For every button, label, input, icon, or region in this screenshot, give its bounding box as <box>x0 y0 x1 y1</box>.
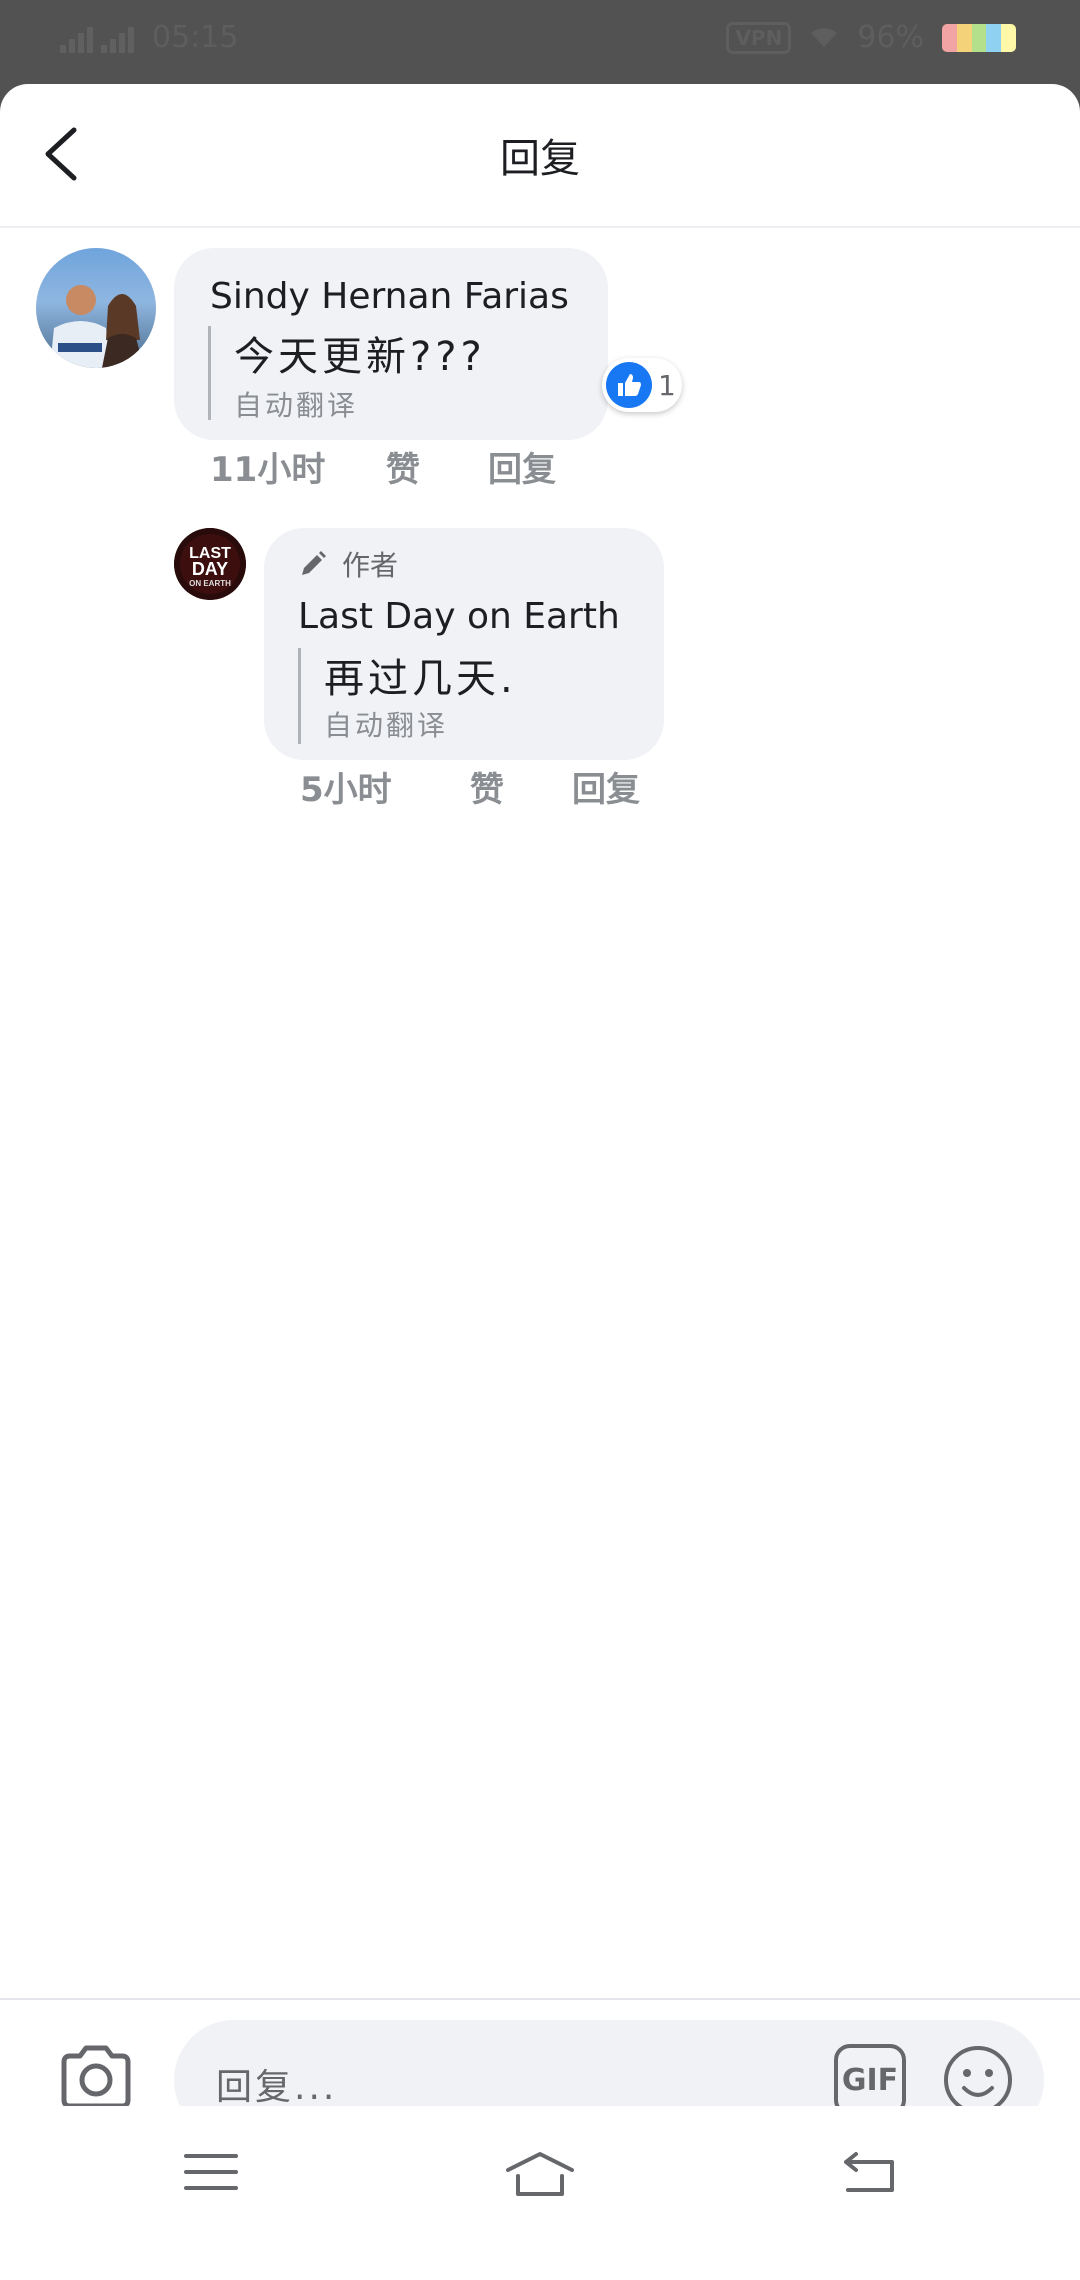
auto-translate-label[interactable]: 自动翻译 <box>324 704 448 744</box>
signal-icon-2 <box>101 23 134 53</box>
reply-author[interactable]: Last Day on Earth <box>298 596 620 637</box>
menu-icon[interactable] <box>184 2150 238 2194</box>
home-icon[interactable] <box>504 2150 576 2198</box>
page-title: 回复 <box>500 136 580 182</box>
reply-time: 5小时 <box>300 770 392 810</box>
comment-actions: 11小时 赞 回复 <box>210 442 610 490</box>
comment-author[interactable]: Sindy Hernan Farias <box>210 276 569 317</box>
last-day-logo: LAST DAY ON EARTH <box>174 528 246 600</box>
back-nav-icon[interactable] <box>840 2150 898 2194</box>
battery-icon <box>942 23 1016 52</box>
reply-sheet: 回复 Sindy Hernan Farias 今天更新??? 自动翻译 1 11… <box>0 84 1080 2280</box>
reply-bubble[interactable]: 作者 Last Day on Earth 再过几天. 自动翻译 <box>264 528 664 760</box>
translation-quote-bar <box>208 326 211 420</box>
reaction-badge[interactable]: 1 <box>602 358 682 412</box>
translation-quote-bar <box>298 648 301 744</box>
comment-text: 今天更新??? <box>234 334 486 380</box>
status-bar: 05:15 VPN 96% <box>0 0 1080 84</box>
status-time: 05:15 <box>152 20 239 55</box>
avatar[interactable] <box>36 248 156 368</box>
author-role-label: 作者 <box>342 549 399 582</box>
like-button[interactable]: 赞 <box>386 442 420 491</box>
auto-translate-label[interactable]: 自动翻译 <box>234 384 358 424</box>
vpn-badge: VPN <box>726 21 792 54</box>
reply-input-placeholder: 回复... <box>216 2067 338 2108</box>
comment-time: 11小时 <box>210 450 326 490</box>
camera-icon[interactable] <box>58 2042 134 2112</box>
system-nav-bar <box>0 2106 1080 2280</box>
reply-button[interactable]: 回复 <box>488 442 556 491</box>
status-left: 05:15 <box>60 20 238 55</box>
reaction-count: 1 <box>658 368 676 402</box>
svg-text:DAY: DAY <box>192 559 228 579</box>
header: 回复 <box>0 84 1080 228</box>
pencil-icon <box>302 551 326 575</box>
signal-icon <box>60 23 93 53</box>
svg-text:ON EARTH: ON EARTH <box>189 579 231 588</box>
reply-actions: 5小时 赞 回复 <box>300 762 680 810</box>
page-avatar[interactable]: LAST DAY ON EARTH <box>174 528 246 600</box>
wifi-icon <box>811 27 838 47</box>
comment-bubble[interactable]: Sindy Hernan Farias 今天更新??? 自动翻译 <box>174 248 608 440</box>
reply-text: 再过几天. <box>324 656 517 702</box>
battery-percent: 96% <box>857 20 924 55</box>
like-icon <box>606 362 652 408</box>
status-right: VPN 96% <box>726 20 1016 55</box>
author-role: 作者 <box>298 544 398 584</box>
like-button[interactable]: 赞 <box>470 762 504 811</box>
reply-button[interactable]: 回复 <box>572 762 640 811</box>
avatar-photo <box>50 285 144 368</box>
